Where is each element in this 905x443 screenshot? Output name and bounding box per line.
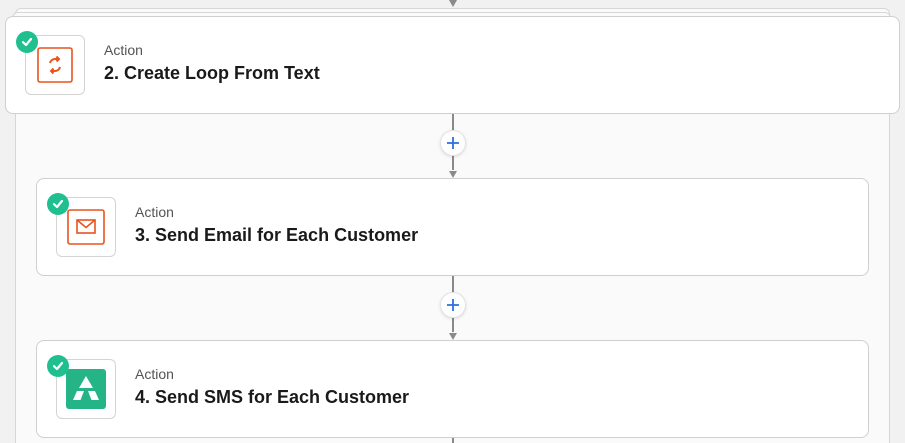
- plus-icon: [447, 299, 459, 311]
- add-step-button[interactable]: [440, 292, 466, 318]
- step-card-create-loop[interactable]: Action 2. Create Loop From Text: [5, 16, 900, 114]
- connector-arrow: [449, 333, 457, 340]
- connector-arrow: [449, 171, 457, 178]
- step-card-send-email[interactable]: Action 3. Send Email for Each Customer: [36, 178, 869, 276]
- step-title: 2. Create Loop From Text: [104, 63, 320, 83]
- step-title: 3. Send Email for Each Customer: [135, 225, 419, 245]
- sms-app-icon: [66, 369, 106, 409]
- step-title: 4. Send SMS for Each Customer: [135, 387, 410, 407]
- plus-icon: [447, 137, 459, 149]
- connector-line: [452, 438, 454, 443]
- step-kind-label: Action: [135, 366, 174, 382]
- zap-editor-canvas: Action 2. Create Loop From Text Action 3…: [0, 0, 905, 443]
- add-step-button[interactable]: [440, 130, 466, 156]
- step-card-send-sms[interactable]: Action 4. Send SMS for Each Customer: [36, 340, 869, 438]
- complete-check-icon: [47, 355, 69, 377]
- step-kind-label: Action: [135, 204, 174, 220]
- email-icon: [67, 209, 105, 245]
- complete-check-icon: [47, 193, 69, 215]
- complete-check-icon: [16, 31, 38, 53]
- connector-arrow: [449, 0, 457, 7]
- loop-icon: [37, 47, 73, 83]
- step-kind-label: Action: [104, 42, 143, 58]
